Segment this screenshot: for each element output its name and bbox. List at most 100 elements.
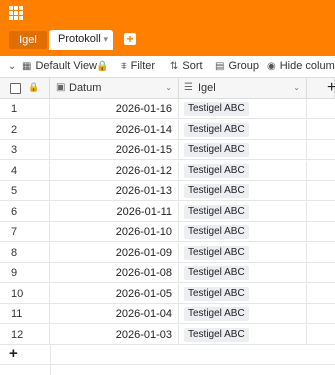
igel-cell[interactable]: Testigel ABC [179, 324, 307, 344]
row-index-cell[interactable]: 4 [0, 160, 50, 180]
igel-link-tag[interactable]: Testigel ABC [184, 184, 249, 198]
column-header-datum[interactable]: ▣ Datum ⌄ [50, 78, 179, 98]
table-row[interactable]: 5 2026-01-13 Testigel ABC [0, 181, 335, 201]
igel-cell[interactable]: Testigel ABC [179, 263, 307, 282]
table-row[interactable]: 12 2026-01-03 Testigel ABC [0, 324, 335, 345]
igel-cell[interactable]: Testigel ABC [179, 222, 307, 241]
apps-grid-icon[interactable] [9, 6, 23, 20]
table-row[interactable]: 6 2026-01-11 Testigel ABC [0, 201, 335, 222]
date-cell[interactable]: 2026-01-04 [50, 304, 179, 323]
chevron-down-icon[interactable]: ▾ [103, 30, 108, 48]
igel-cell[interactable]: Testigel ABC [179, 304, 307, 323]
igel-link-tag[interactable]: Testigel ABC [184, 122, 249, 137]
igel-link-tag[interactable]: Testigel ABC [184, 163, 249, 178]
row-index-cell[interactable]: 2 [0, 119, 50, 139]
date-cell[interactable]: 2026-01-14 [50, 119, 179, 139]
view-chevron-icon[interactable]: ⌄ [8, 59, 20, 73]
plus-icon[interactable]: + [327, 79, 335, 97]
date-cell[interactable]: 2026-01-15 [50, 140, 179, 159]
date-value: 2026-01-08 [115, 267, 172, 279]
sort-button[interactable]: ⇅ Sort [170, 59, 203, 73]
add-column-cell[interactable]: + [307, 78, 335, 98]
igel-cell[interactable]: Testigel ABC [179, 160, 307, 180]
sort-icon: ⇅ [170, 61, 179, 72]
chevron-down-icon[interactable]: ⌄ [293, 83, 300, 92]
group-button[interactable]: ▤ Group [215, 59, 259, 73]
lock-icon: 🔒 [28, 82, 40, 92]
table-row[interactable]: 1 2026-01-16 Testigel ABC [0, 99, 335, 119]
date-cell[interactable]: 2026-01-03 [50, 324, 179, 344]
row-index-cell[interactable]: 11 [0, 304, 50, 323]
igel-link-tag[interactable]: Testigel ABC [184, 266, 249, 280]
igel-cell[interactable]: Testigel ABC [179, 201, 307, 221]
igel-link-tag[interactable]: Testigel ABC [184, 204, 249, 219]
filter-button[interactable]: ⩨ Filter [121, 59, 155, 73]
date-cell[interactable]: 2026-01-13 [50, 181, 179, 200]
table-row[interactable]: 9 2026-01-08 Testigel ABC [0, 263, 335, 283]
row-index: 7 [11, 226, 18, 238]
igel-link-tag[interactable]: Testigel ABC [184, 286, 249, 301]
row-index-cell[interactable]: 7 [0, 222, 50, 241]
date-cell[interactable]: 2026-01-16 [50, 99, 179, 118]
row-index-cell[interactable]: 6 [0, 201, 50, 221]
row-index-cell[interactable]: 12 [0, 324, 50, 344]
row-index-cell[interactable]: 10 [0, 283, 50, 303]
date-cell[interactable]: 2026-01-08 [50, 263, 179, 282]
hide-columns-label: Hide columns [279, 60, 335, 72]
date-cell[interactable]: 2026-01-05 [50, 283, 179, 303]
row-index-cell[interactable]: 8 [0, 242, 50, 262]
view-label: Default View [35, 60, 98, 72]
calendar-icon: ▣ [56, 82, 66, 93]
sort-label: Sort [182, 60, 203, 72]
igel-link-tag[interactable]: Testigel ABC [184, 102, 249, 116]
date-value: 2026-01-11 [116, 205, 172, 218]
igel-link-tag[interactable]: Testigel ABC [184, 225, 249, 239]
select-all-checkbox[interactable] [10, 83, 21, 94]
igel-cell[interactable]: Testigel ABC [179, 283, 307, 303]
row-index: 5 [11, 185, 18, 197]
row-index-cell[interactable]: 9 [0, 263, 50, 282]
hide-columns-button[interactable]: ◉Hide columns [267, 59, 335, 73]
igel-cell[interactable]: Testigel ABC [179, 140, 307, 159]
add-table-icon[interactable]: + [124, 33, 136, 45]
igel-link-tag[interactable]: Testigel ABC [184, 245, 249, 260]
date-cell[interactable]: 2026-01-09 [50, 242, 179, 262]
table-row[interactable]: 8 2026-01-09 Testigel ABC [0, 242, 335, 263]
date-cell[interactable]: 2026-01-12 [50, 160, 179, 180]
column-header-igel[interactable]: ☰ Igel ⌄ [179, 78, 307, 98]
add-row[interactable]: + [0, 345, 335, 365]
date-cell[interactable]: 2026-01-10 [50, 222, 179, 241]
igel-link-tag[interactable]: Testigel ABC [184, 143, 249, 157]
tab-protokoll[interactable]: Protokoll ▾ [49, 30, 113, 50]
table-row[interactable]: 10 2026-01-05 Testigel ABC [0, 283, 335, 304]
igel-cell[interactable]: Testigel ABC [179, 99, 307, 118]
chevron-down-icon[interactable]: ⌄ [165, 83, 172, 92]
table-row[interactable]: 2 2026-01-14 Testigel ABC [0, 119, 335, 140]
table-row[interactable]: 3 2026-01-15 Testigel ABC [0, 140, 335, 160]
date-value: 2026-01-14 [115, 123, 172, 136]
plus-icon[interactable]: + [9, 345, 18, 362]
row-index: 4 [11, 164, 18, 177]
igel-cell[interactable]: Testigel ABC [179, 119, 307, 139]
row-index: 9 [11, 267, 18, 279]
date-cell[interactable]: 2026-01-11 [50, 201, 179, 221]
empty-cell [307, 325, 335, 344]
group-label: Group [228, 60, 260, 72]
igel-cell[interactable]: Testigel ABC [179, 242, 307, 262]
view-selector[interactable]: ▦ Default View [22, 59, 97, 73]
lock-icon[interactable]: 🔒 [96, 59, 112, 73]
table-row[interactable]: 7 2026-01-10 Testigel ABC [0, 222, 335, 242]
igel-link-tag[interactable]: Testigel ABC [184, 307, 249, 321]
igel-link-tag[interactable]: Testigel ABC [184, 327, 249, 342]
top-bar: Igel Protokoll ▾ + [0, 0, 335, 56]
row-index-cell[interactable]: 3 [0, 140, 50, 159]
tab-igel[interactable]: Igel [9, 31, 47, 49]
empty-cell [307, 181, 335, 200]
table-row[interactable]: 11 2026-01-04 Testigel ABC [0, 304, 335, 324]
igel-cell[interactable]: Testigel ABC [179, 181, 307, 200]
row-index: 8 [11, 246, 18, 259]
divider [50, 365, 51, 375]
row-index-cell[interactable]: 5 [0, 181, 50, 200]
row-index-cell[interactable]: 1 [0, 99, 50, 118]
table-row[interactable]: 4 2026-01-12 Testigel ABC [0, 160, 335, 181]
